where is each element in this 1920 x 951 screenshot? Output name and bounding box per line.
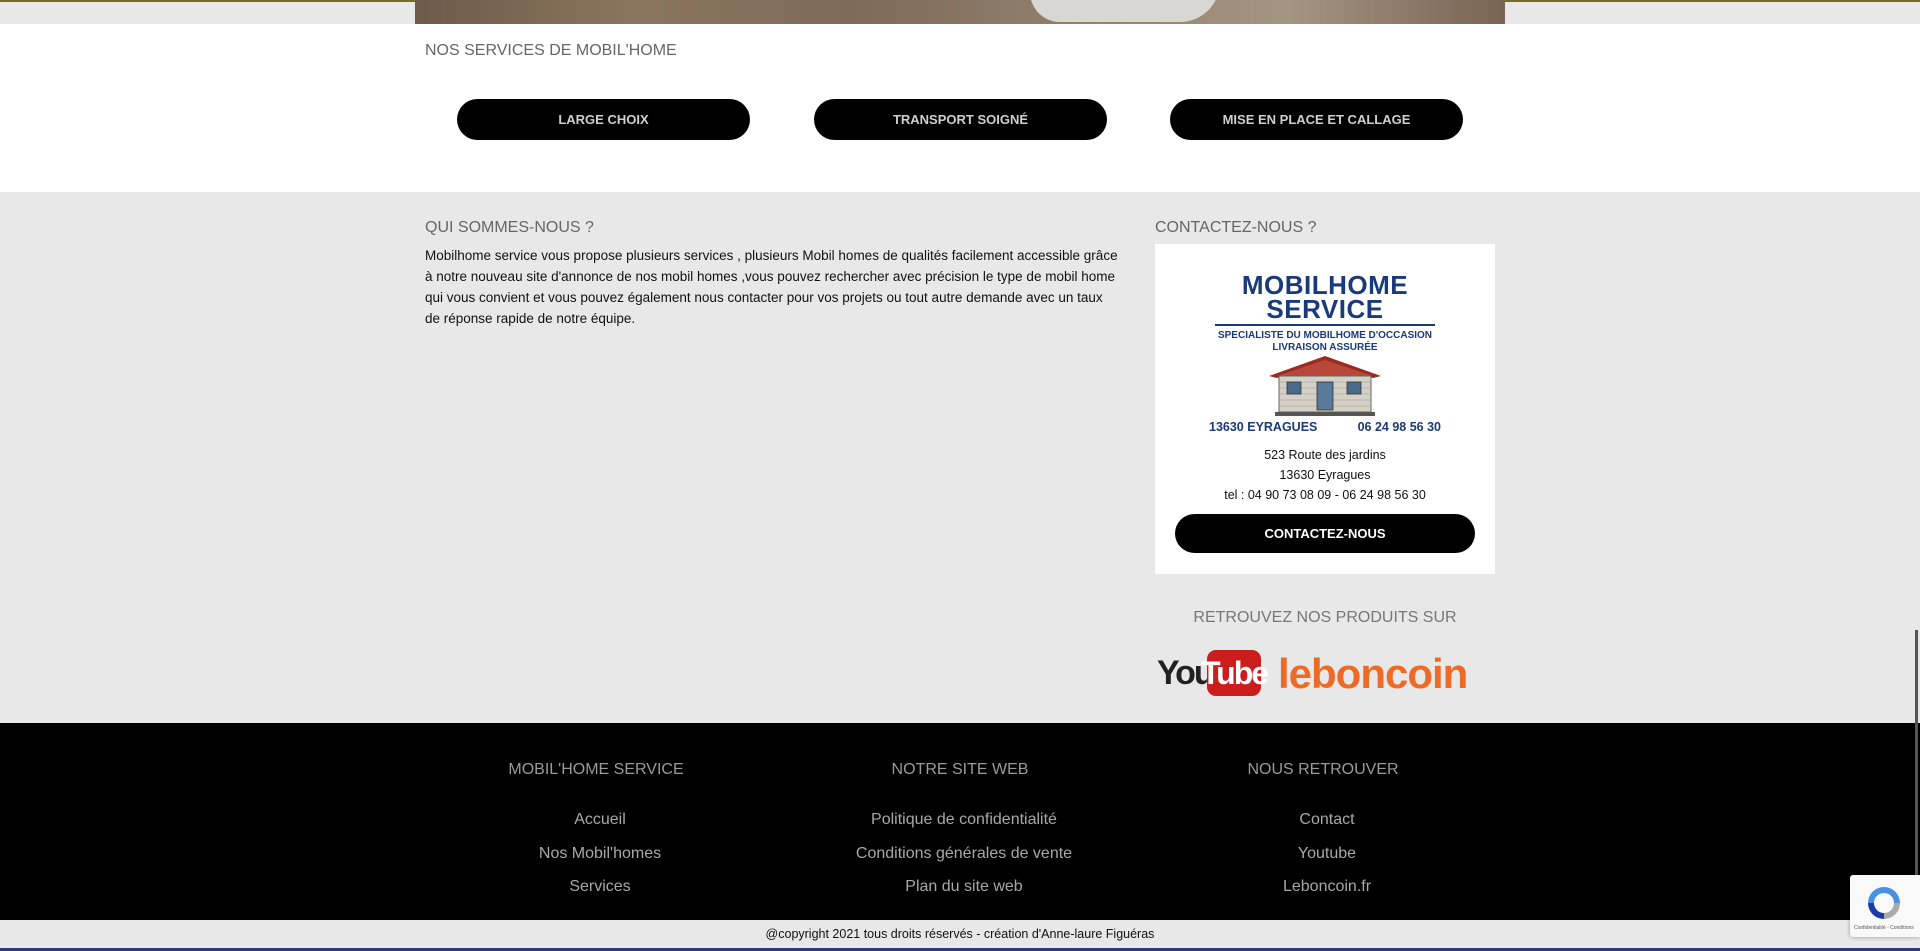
copyright-bar: @copyright 2021 tous droits réservés - c… <box>0 920 1920 951</box>
footer-link-contact[interactable]: Contact <box>1177 811 1477 829</box>
site-footer: MOBIL'HOME SERVICE Accueil Nos Mobil'hom… <box>0 723 1920 920</box>
footer-link-youtube[interactable]: Youtube <box>1177 845 1477 863</box>
mobilhome-house-icon <box>1269 356 1381 416</box>
address-phone: tel : 04 90 73 08 09 - 06 24 98 56 30 <box>1224 488 1426 502</box>
logo-subtitle1: SPECIALISTE DU MOBILHOME D'OCCASION <box>1217 330 1433 341</box>
youtube-logo[interactable]: You Tube <box>1155 650 1269 696</box>
footer-link-leboncoin[interactable]: Leboncoin.fr <box>1177 878 1477 896</box>
service-button-large-choix[interactable]: LARGE CHOIX <box>457 99 750 140</box>
about-section: QUI SOMMES-NOUS ? Mobilhome service vous… <box>0 192 1920 723</box>
footer-link-terms[interactable]: Conditions générales de vente <box>814 845 1114 863</box>
about-text: Mobilhome service vous propose plusieurs… <box>425 248 1118 326</box>
contact-us-button[interactable]: CONTACTEZ-NOUS <box>1175 514 1475 553</box>
footer-link-accueil[interactable]: Accueil <box>450 811 750 829</box>
recaptcha-icon <box>1868 887 1900 919</box>
footer-heading-website: NOTRE SITE WEB <box>891 761 1029 778</box>
logo-subtitle2: LIVRAISON ASSURÉE <box>1272 342 1378 353</box>
company-logo: MOBILHOME SERVICE SPECIALISTE DU MOBILHO… <box>1207 262 1443 434</box>
youtube-logo-tube: Tube <box>1201 650 1269 696</box>
footer-link-privacy[interactable]: Politique de confidentialité <box>814 811 1114 829</box>
find-products-title: RETROUVEZ NOS PRODUITS SUR <box>1193 609 1457 626</box>
recaptcha-text: Confidentialité - Conditions <box>1854 925 1914 931</box>
logo-line2: SERVICE <box>1266 294 1384 324</box>
hero-image-bottom <box>415 0 1505 24</box>
contact-card: MOBILHOME SERVICE SPECIALISTE DU MOBILHO… <box>1155 244 1495 574</box>
about-title: QUI SOMMES-NOUS ? <box>425 219 594 236</box>
service-button-transport[interactable]: TRANSPORT SOIGNÉ <box>814 99 1107 140</box>
footer-heading-company: MOBIL'HOME SERVICE <box>508 761 684 778</box>
recaptcha-badge[interactable]: Confidentialité - Conditions <box>1850 875 1920 937</box>
service-button-mise-en-place[interactable]: MISE EN PLACE ET CALLAGE <box>1170 99 1463 140</box>
footer-link-services[interactable]: Services <box>450 878 750 896</box>
logo-phone: 06 24 98 56 30 <box>1357 420 1441 434</box>
hero-image-vehicle <box>1030 0 1220 22</box>
footer-heading-find-us: NOUS RETROUVER <box>1247 761 1399 778</box>
contact-title: CONTACTEZ-NOUS ? <box>1155 219 1317 236</box>
logo-city: 13630 EYRAGUES <box>1209 420 1318 434</box>
footer-link-mobilhomes[interactable]: Nos Mobil'homes <box>450 845 750 863</box>
footer-link-sitemap[interactable]: Plan du site web <box>814 878 1114 896</box>
address-city: 13630 Eyragues <box>1279 468 1371 482</box>
address-street: 523 Route des jardins <box>1264 448 1386 462</box>
services-section: NOS SERVICES DE MOBIL'HOME LARGE CHOIX T… <box>0 24 1920 192</box>
leboncoin-logo[interactable]: leboncoin <box>1278 650 1468 698</box>
services-title: NOS SERVICES DE MOBIL'HOME <box>425 42 677 59</box>
logo-divider <box>1215 324 1435 326</box>
